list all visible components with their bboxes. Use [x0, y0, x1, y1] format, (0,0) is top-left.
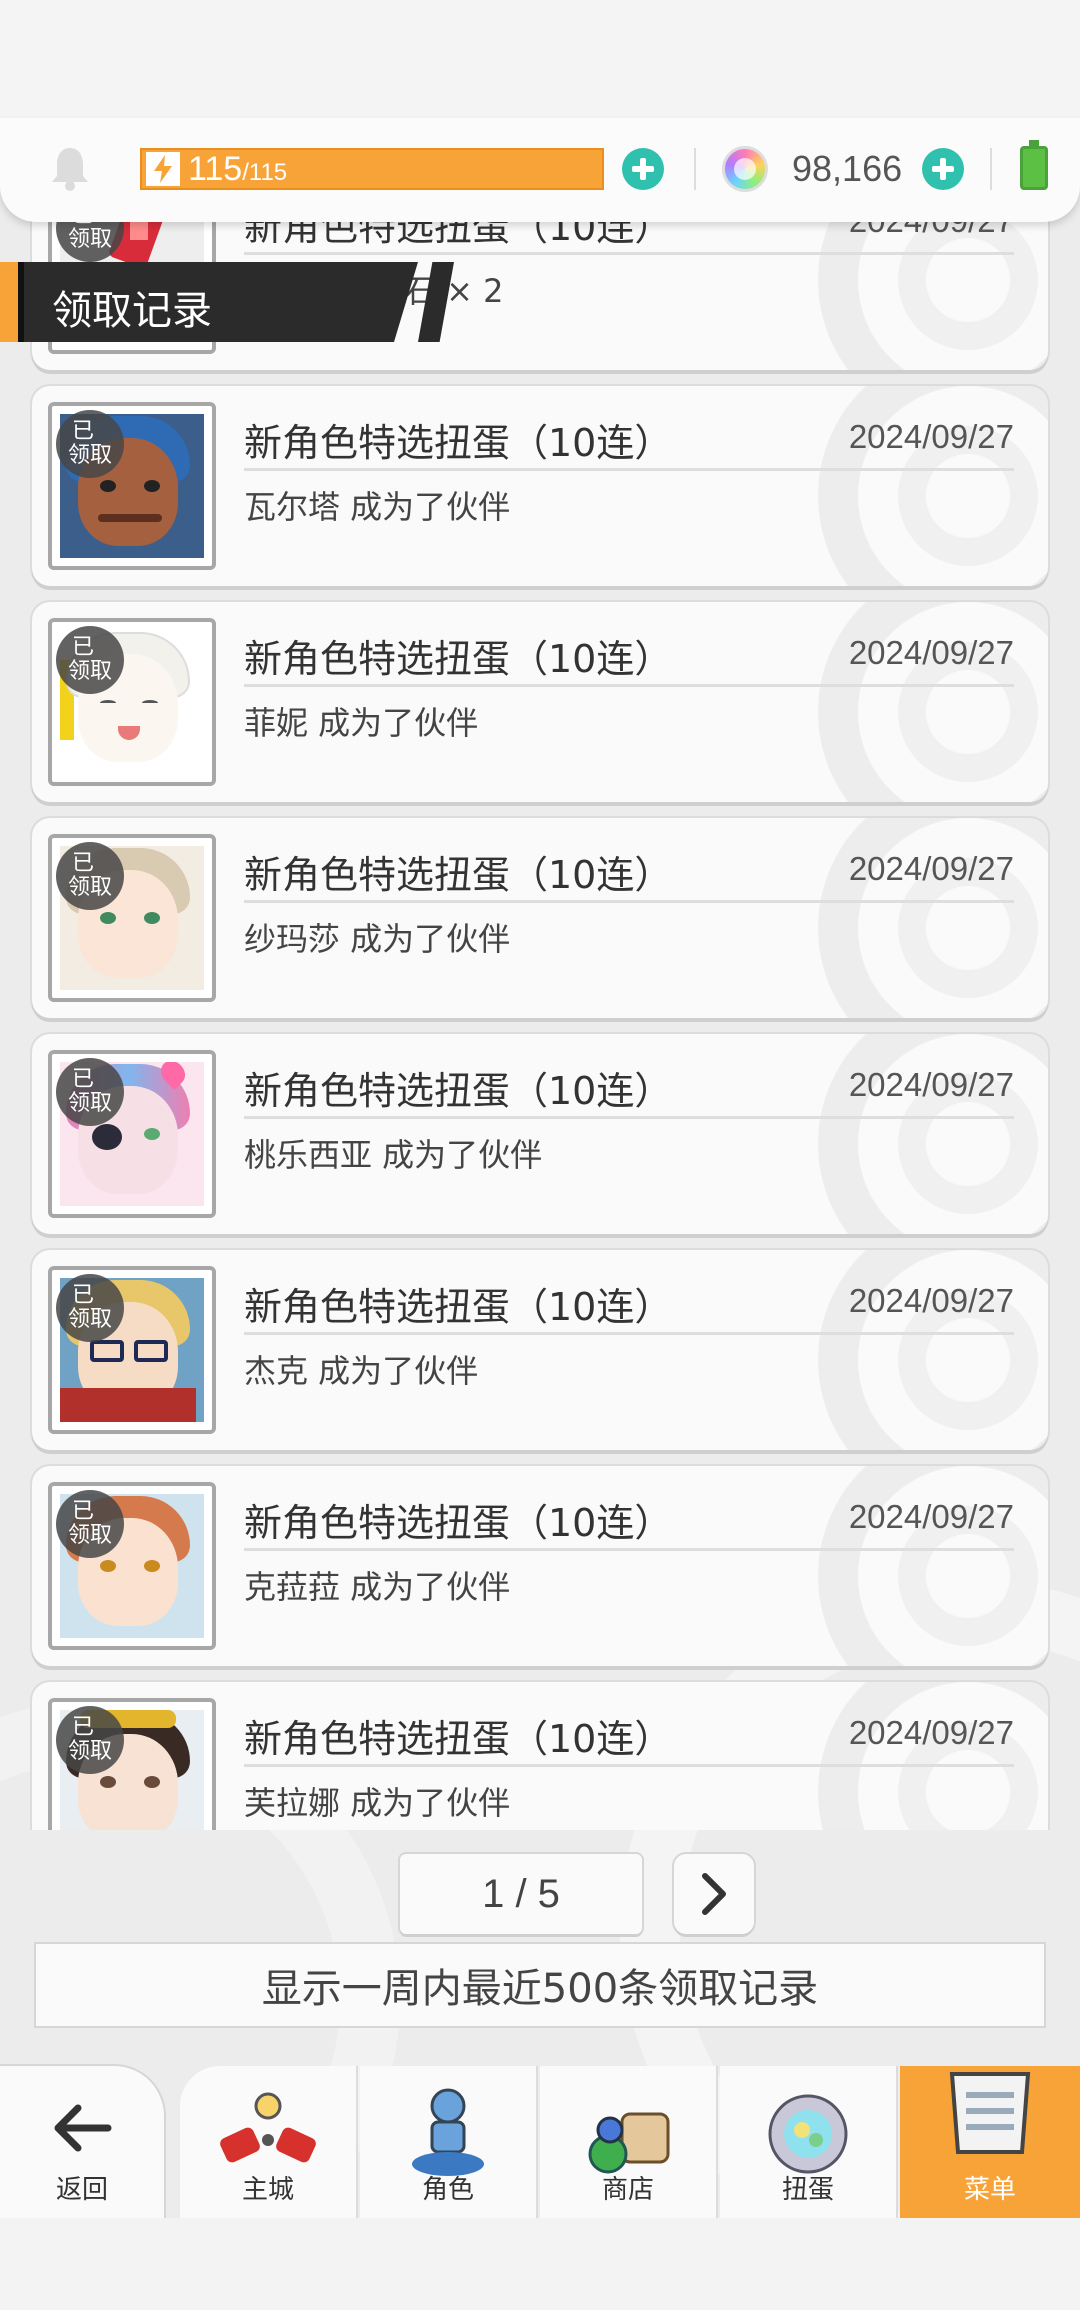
record-desc: 瓦尔塔 成为了伙伴: [244, 488, 511, 526]
record-date: 2024/09/27: [848, 850, 1014, 887]
next-page-button[interactable]: [674, 1854, 754, 1934]
status-bar: 115 /115 98,166: [0, 118, 1080, 222]
record-desc: 杰克 成为了伙伴: [244, 1352, 479, 1390]
record-date: 2024/09/27: [848, 418, 1014, 455]
avatar: 已领取: [48, 402, 216, 570]
record-card: 已领取 新角色特选扭蛋（10连） 2024/09/27 杰克 成为了伙伴: [32, 1250, 1048, 1450]
add-gems-button[interactable]: [922, 148, 964, 190]
record-title: 新角色特选扭蛋（10连）: [244, 1501, 673, 1545]
bell-icon[interactable]: [48, 144, 92, 192]
record-title: 新角色特选扭蛋（10连）: [244, 421, 673, 465]
avatar: 已领取: [48, 834, 216, 1002]
energy-current: 115: [188, 149, 243, 188]
avatar: 已领取: [48, 1266, 216, 1434]
avatar: 已领取: [48, 1698, 216, 1830]
record-card: 已领取 新角色特选扭蛋（10连） 2024/09/27 芙拉娜 成为了伙伴: [32, 1682, 1048, 1830]
record-title: 新角色特选扭蛋（10连）: [244, 1285, 673, 1329]
nav-item-home[interactable]: 主城: [180, 2066, 358, 2218]
arrow-left-icon: [54, 2104, 112, 2152]
bottom-nav: 返回 主城 角色 商店 扭蛋 菜单: [0, 2066, 1080, 2218]
record-title: 新角色特选扭蛋（10连）: [244, 1069, 673, 1113]
record-card: 已领取 新角色特选扭蛋（10连） 2024/09/27 桃乐西亚 成为了伙伴: [32, 1034, 1048, 1234]
nav-label-home: 主城: [241, 2175, 294, 2205]
record-date: 2024/09/27: [848, 1498, 1014, 1535]
section-tab-label: 领取记录: [52, 288, 212, 334]
record-card: 已领取 新角色特选扭蛋（10连） 2024/09/27 菲妮 成为了伙伴: [32, 602, 1048, 802]
record-desc: 纱玛莎 成为了伙伴: [244, 920, 511, 958]
record-date: 2024/09/27: [848, 1714, 1014, 1751]
claimed-badge: 已领取: [56, 626, 124, 694]
section-tab: 领取记录: [0, 262, 454, 342]
record-title: 新角色特选扭蛋（10连）: [244, 637, 673, 681]
nav-item-character[interactable]: 角色: [360, 2066, 538, 2218]
info-bar: 显示一周内最近500条领取记录: [34, 1942, 1046, 2028]
record-desc: 克菈菈 成为了伙伴: [244, 1568, 511, 1606]
add-energy-button[interactable]: [622, 148, 664, 190]
record-desc: 芙拉娜 成为了伙伴: [244, 1784, 511, 1822]
avatar: 已领取: [48, 1482, 216, 1650]
energy-bar: 115 /115: [140, 148, 604, 190]
claimed-badge: 已领取: [56, 1706, 124, 1774]
claimed-badge: 已领取: [56, 1490, 124, 1558]
nav-label-character: 角色: [421, 2175, 474, 2205]
record-card: 已领取 新角色特选扭蛋（10连） 2024/09/27 纱玛莎 成为了伙伴: [32, 818, 1048, 1018]
back-button[interactable]: 返回: [0, 2066, 164, 2218]
gem-count: 98,166: [792, 148, 903, 189]
record-card: 已领取 新角色特选扭蛋（10连） 2024/09/27 瓦尔塔 成为了伙伴: [32, 386, 1048, 586]
page-indicator: 1 / 5: [400, 1854, 642, 1934]
nav-label-gacha: 扭蛋: [781, 2175, 834, 2205]
nav-item-gacha[interactable]: 扭蛋: [720, 2066, 898, 2218]
record-title: 新角色特选扭蛋（10连）: [244, 853, 673, 897]
record-date: 2024/09/27: [848, 1066, 1014, 1103]
record-date: 2024/09/27: [848, 1282, 1014, 1319]
bottom-strip: [0, 2218, 1080, 2310]
avatar: 已领取: [48, 1050, 216, 1218]
claimed-badge: 已领取: [56, 1274, 124, 1342]
claimed-badge: 已领取: [56, 842, 124, 910]
battery-icon: [1020, 140, 1048, 190]
nav-label-menu: 菜单: [963, 2175, 1016, 2205]
chevron-right-icon: [702, 1873, 726, 1915]
avatar: 已领取: [48, 618, 216, 786]
claimed-badge: 已领取: [56, 1058, 124, 1126]
record-desc: 菲妮 成为了伙伴: [244, 704, 479, 742]
gem-icon: [722, 146, 768, 192]
record-list[interactable]: 已领取 新角色特选扭蛋（10连） 2024/09/27 圣乐崇高辉石 × 2 已…: [0, 130, 1080, 1830]
record-date: 2024/09/27: [848, 634, 1014, 671]
record-desc: 桃乐西亚 成为了伙伴: [244, 1136, 543, 1174]
claimed-badge: 已领取: [56, 410, 124, 478]
menu-icon: [949, 2072, 1031, 2154]
back-label: 返回: [55, 2175, 108, 2205]
lightning-icon: [146, 152, 180, 186]
record-card: 已领取 新角色特选扭蛋（10连） 2024/09/27 克菈菈 成为了伙伴: [32, 1466, 1048, 1666]
top-blank-area: [0, 0, 1080, 130]
nav-item-menu[interactable]: 菜单: [900, 2066, 1080, 2218]
record-title: 新角色特选扭蛋（10连）: [244, 1717, 673, 1761]
energy-max: /115: [242, 159, 288, 186]
nav-item-shop[interactable]: 商店: [540, 2066, 718, 2218]
nav-label-shop: 商店: [601, 2175, 654, 2205]
